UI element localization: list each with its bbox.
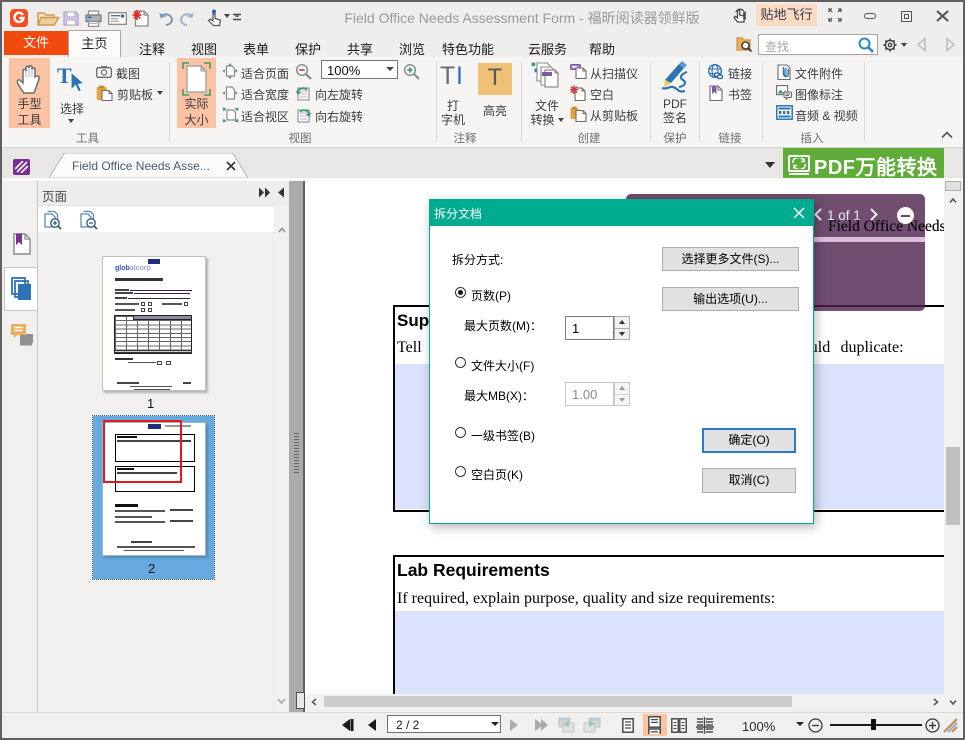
svg-text:T: T — [57, 64, 72, 88]
